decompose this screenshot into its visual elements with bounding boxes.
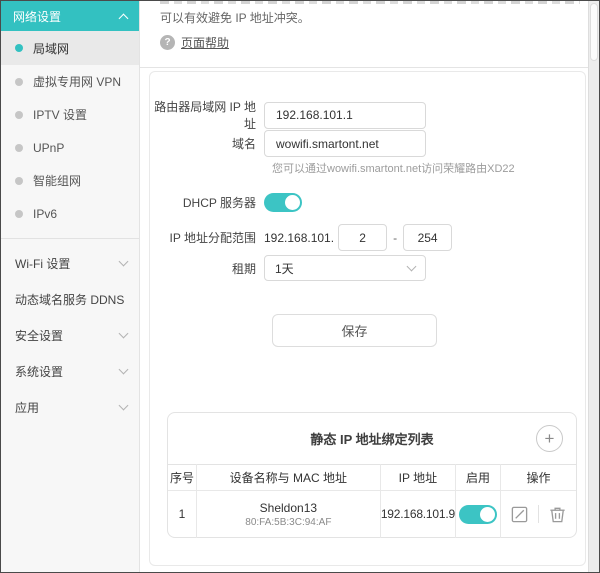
divider: [140, 67, 588, 68]
bullet-icon: [15, 44, 23, 52]
table-row: 1 Sheldon13 80:FA:5B:3C:94:AF 192.168.10…: [168, 490, 576, 538]
row-index: 1: [168, 490, 198, 538]
sidebar-section-label: 网络设置: [13, 9, 62, 24]
lease-row: 租期 1天: [150, 255, 426, 281]
toggle-knob: [480, 506, 496, 522]
scrollbar-thumb[interactable]: [590, 3, 598, 61]
sidebar-item-upnp[interactable]: UPnP: [1, 131, 139, 164]
dhcp-label: DHCP 服务器: [182, 196, 256, 210]
ip-range-end-input[interactable]: [403, 224, 453, 251]
router-admin-window: 网络设置 局域网 虚拟专用网 VPN IPTV 设置 UPnP 智能组网 IPv…: [0, 0, 600, 573]
device-mac: 80:FA:5B:3C:94:AF: [245, 516, 332, 528]
sidebar-group-label: 应用: [15, 400, 40, 415]
static-ip-binding-header: 静态 IP 地址绑定列表 +: [168, 413, 576, 464]
sidebar-item-label: 智能组网: [33, 174, 82, 188]
sidebar-item-ipv6[interactable]: IPv6: [1, 197, 139, 230]
toggle-knob: [285, 195, 300, 210]
dhcp-row: DHCP 服务器: [150, 193, 302, 212]
dhcp-toggle[interactable]: [264, 193, 302, 212]
sidebar-item-iptv[interactable]: IPTV 设置: [1, 98, 139, 131]
edit-icon[interactable]: [510, 505, 529, 524]
add-binding-button[interactable]: +: [536, 425, 563, 452]
lan-ip-input[interactable]: [264, 101, 426, 129]
lease-selected-value: 1天: [275, 261, 294, 276]
bullet-icon: [15, 209, 23, 218]
sidebar-item-label: IPv6: [33, 206, 58, 221]
sidebar-item-mesh[interactable]: 智能组网: [1, 164, 139, 197]
sidebar-item-lan[interactable]: 局域网: [1, 31, 139, 65]
col-header-enabled: 启用: [455, 464, 501, 491]
row-ip: 192.168.101.9: [379, 490, 457, 538]
operations-divider: [538, 505, 539, 524]
col-header-ip: IP 地址: [379, 464, 457, 491]
scrollbar-track[interactable]: [588, 1, 599, 572]
question-circle-icon: ?: [160, 35, 175, 50]
page-description: 可以有效避免 IP 地址冲突。: [160, 11, 310, 25]
table-header-row: 序号 设备名称与 MAC 地址 IP 地址 启用 操作: [168, 464, 576, 491]
sidebar-group-system[interactable]: 系统设置: [1, 353, 139, 389]
static-ip-binding-title: 静态 IP 地址绑定列表: [310, 432, 434, 447]
sidebar-item-label: IPTV 设置: [33, 108, 88, 122]
col-header-index: 序号: [168, 464, 198, 491]
row-enabled-cell: [455, 490, 501, 538]
bullet-icon: [15, 110, 23, 119]
lan-settings-panel: 路由器局域网 IP 地址 域名 您可以通过wowifi.smartont.net…: [149, 71, 586, 566]
sidebar-item-vpn[interactable]: 虚拟专用网 VPN: [1, 65, 139, 98]
main-content: 可以有效避免 IP 地址冲突。 ? 页面帮助 路由器局域网 IP 地址 域名 您…: [140, 1, 588, 572]
ip-range-row: IP 地址分配范围 192.168.101. -: [150, 224, 453, 251]
row-device-cell: Sheldon13 80:FA:5B:3C:94:AF: [196, 490, 381, 538]
ip-range-start-input[interactable]: [338, 224, 388, 251]
lease-label: 租期: [231, 261, 256, 276]
sidebar-group-apps[interactable]: 应用: [1, 389, 139, 425]
domain-hint: 您可以通过wowifi.smartont.net访问荣耀路由XD22: [272, 163, 515, 175]
bullet-icon: [15, 77, 23, 86]
sidebar-group-label: 安全设置: [15, 328, 64, 343]
chevron-down-icon: [118, 364, 129, 375]
sidebar-group-label: 系统设置: [15, 364, 64, 379]
page-help-label[interactable]: 页面帮助: [181, 34, 229, 51]
ip-range-label: IP 地址分配范围: [169, 231, 256, 245]
domain-label: 域名: [231, 137, 256, 151]
save-button[interactable]: 保存: [272, 314, 437, 347]
chevron-down-icon: [118, 256, 129, 267]
domain-input[interactable]: [264, 130, 426, 157]
chevron-down-icon: [406, 261, 417, 272]
clipped-text-line: [160, 1, 580, 4]
ip-range-separator: -: [393, 230, 398, 245]
lan-ip-row: 路由器局域网 IP 地址: [150, 98, 426, 132]
lease-select[interactable]: 1天: [264, 255, 426, 281]
sidebar-item-label: UPnP: [33, 140, 65, 155]
bullet-icon: [15, 176, 23, 185]
col-header-operations: 操作: [500, 464, 576, 491]
sidebar-item-label: 局域网: [33, 41, 70, 56]
page-help-link[interactable]: ? 页面帮助: [160, 34, 229, 51]
static-ip-binding-card: 静态 IP 地址绑定列表 + 序号 设备名称与 MAC 地址 IP 地址 启用 …: [167, 412, 577, 538]
row-operations-cell: [500, 490, 576, 538]
binding-enabled-toggle[interactable]: [459, 504, 498, 524]
chevron-down-icon: [118, 400, 129, 411]
col-header-device: 设备名称与 MAC 地址: [196, 464, 381, 491]
sidebar-group-label: 动态域名服务 DDNS: [15, 292, 125, 307]
chevron-down-icon: [118, 328, 129, 339]
sidebar-group-label: Wi-Fi 设置: [15, 256, 71, 271]
chevron-up-icon: [118, 13, 129, 23]
sidebar-group-ddns[interactable]: 动态域名服务 DDNS: [1, 281, 139, 317]
domain-row: 域名: [150, 130, 426, 157]
ip-range-prefix: 192.168.101.: [264, 230, 335, 245]
bullet-icon: [15, 143, 23, 152]
sidebar-section-network-settings[interactable]: 网络设置: [1, 1, 139, 31]
lan-ip-label: 路由器局域网 IP 地址: [154, 100, 256, 131]
static-ip-binding-table: 序号 设备名称与 MAC 地址 IP 地址 启用 操作 1 Sheldon13: [168, 464, 576, 538]
sidebar-item-label: 虚拟专用网 VPN: [33, 75, 122, 89]
sidebar-divider: [1, 238, 139, 239]
sidebar-group-security[interactable]: 安全设置: [1, 317, 139, 353]
sidebar-group-wifi[interactable]: Wi-Fi 设置: [1, 245, 139, 281]
device-name: Sheldon13: [259, 500, 318, 515]
delete-icon[interactable]: [548, 505, 567, 524]
sidebar: 网络设置 局域网 虚拟专用网 VPN IPTV 设置 UPnP 智能组网 IPv…: [1, 1, 140, 572]
